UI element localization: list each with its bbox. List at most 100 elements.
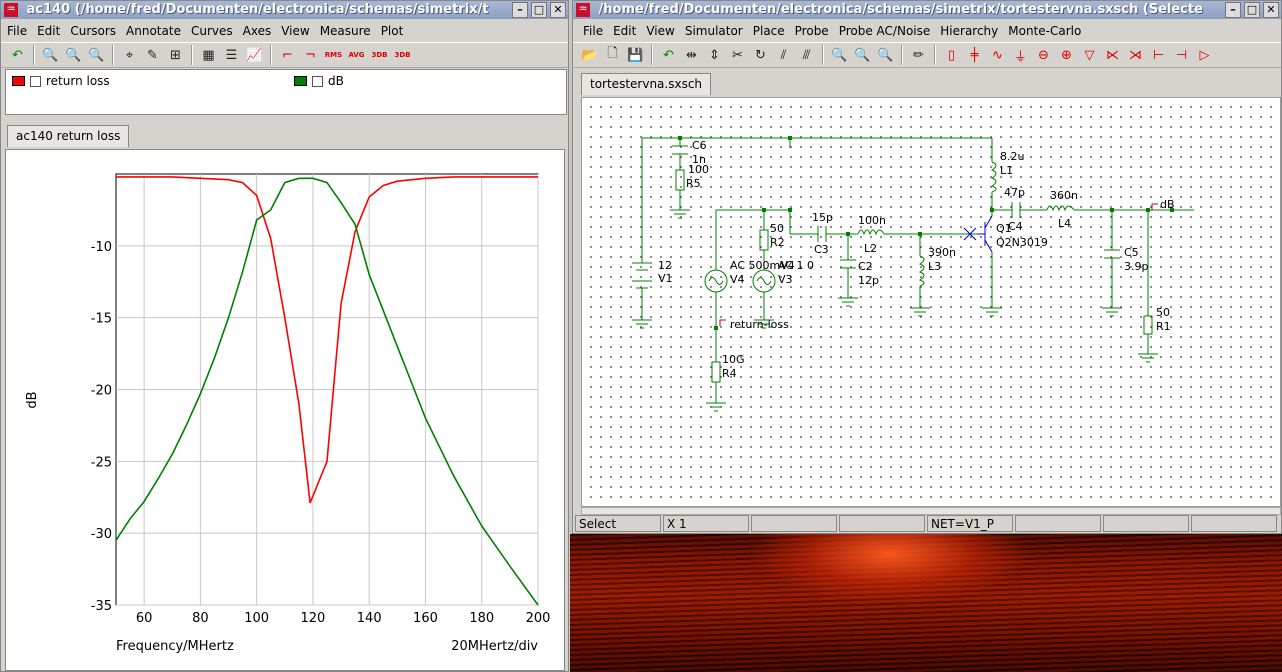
bandwidth-high-icon[interactable]: 3DB (392, 45, 413, 66)
voltage-source-icon[interactable]: ⊖ (1033, 45, 1054, 66)
zoom-in-icon[interactable]: 🔍 (40, 45, 61, 66)
menu-edit[interactable]: Edit (609, 21, 642, 41)
label-c2[interactable]: C2 (858, 260, 873, 273)
rms-icon[interactable]: RMS (323, 45, 344, 66)
close-button[interactable]: ✕ (1263, 2, 1279, 18)
menu-probe-ac-noise[interactable]: Probe AC/Noise (835, 21, 937, 41)
label-c4-value[interactable]: 47p (1004, 186, 1025, 199)
zoom-out-icon[interactable]: 🔍 (63, 45, 84, 66)
label-c5[interactable]: C5 (1124, 246, 1139, 259)
inductor-icon[interactable]: ∿ (987, 45, 1008, 66)
label-r1[interactable]: R1 (1156, 320, 1171, 333)
menu-plot[interactable]: Plot (377, 21, 410, 41)
legend-checkbox[interactable] (30, 75, 41, 87)
zoom-in-icon[interactable]: 🔍 (852, 45, 873, 66)
menu-edit[interactable]: Edit (33, 21, 66, 41)
zoom-fit-icon[interactable]: 🔍 (829, 45, 850, 66)
annotate-icon[interactable]: ✎ (142, 45, 163, 66)
open-folder-icon[interactable]: 📂 (579, 45, 600, 66)
label-r4[interactable]: R4 (722, 367, 737, 380)
menu-curves[interactable]: Curves (187, 21, 239, 41)
tab-tortestervna[interactable]: tortestervna.sxsch (581, 73, 712, 95)
label-l2-value[interactable]: 100n (858, 214, 886, 227)
label-c3[interactable]: C3 (814, 243, 829, 256)
legend-item-db[interactable]: dB (294, 74, 344, 88)
schematic-canvas[interactable]: C6 1n 100 R5 12 V1 50 R2 AC 500mV4 AC 1 … (581, 97, 1281, 507)
pmos-icon[interactable]: ⊣ (1171, 45, 1192, 66)
label-c2-value[interactable]: 12p (858, 274, 879, 287)
label-v3-spec[interactable]: AC 1 0 (778, 259, 814, 272)
label-db-probe[interactable]: dB (1160, 198, 1175, 211)
label-l1[interactable]: L1 (1000, 164, 1013, 177)
fall-time-icon[interactable]: ¬ (300, 45, 321, 66)
label-v1-value[interactable]: 12 (658, 259, 672, 272)
menu-measure[interactable]: Measure (316, 21, 377, 41)
cursor-icon[interactable]: ⌖ (119, 45, 140, 66)
menu-annotate[interactable]: Annotate (122, 21, 187, 41)
graph-window-titlebar[interactable]: ♒ ac140 (/home/fred/Documenten/electroni… (1, 1, 568, 19)
menu-simulator[interactable]: Simulator (681, 21, 749, 41)
label-r5[interactable]: R5 (686, 177, 701, 190)
menu-hierarchy[interactable]: Hierarchy (936, 21, 1004, 41)
undo-icon[interactable]: ↶ (658, 45, 679, 66)
new-file-icon[interactable]: 🗋 (602, 45, 623, 66)
menu-view[interactable]: View (642, 21, 680, 41)
diode-icon[interactable]: ▽ (1079, 45, 1100, 66)
menu-view[interactable]: View (277, 21, 315, 41)
maximize-button[interactable]: □ (1244, 2, 1260, 18)
current-source-icon[interactable]: ⊕ (1056, 45, 1077, 66)
label-v1[interactable]: V1 (658, 272, 673, 285)
label-l3-value[interactable]: 390n (928, 246, 956, 259)
label-l4[interactable]: L4 (1058, 217, 1071, 230)
mirror-icon[interactable]: ⇹ (681, 45, 702, 66)
undo-icon[interactable]: ↶ (7, 45, 28, 66)
label-l2[interactable]: L2 (864, 242, 877, 255)
cut-icon[interactable]: ✂ (727, 45, 748, 66)
avg-icon[interactable]: AVG (346, 45, 367, 66)
menu-place[interactable]: Place (749, 21, 791, 41)
label-r5-value[interactable]: 100 (688, 163, 709, 176)
label-r2[interactable]: R2 (770, 236, 785, 249)
menu-file[interactable]: File (3, 21, 33, 41)
wire-icon[interactable]: ⫽ (773, 45, 794, 66)
label-r2-value[interactable]: 50 (770, 222, 784, 235)
label-l1-value[interactable]: 8.2u (1000, 150, 1024, 163)
bus-icon[interactable]: ⫻ (796, 45, 817, 66)
ground-icon[interactable]: ⏚ (1010, 45, 1031, 66)
resistor-icon[interactable]: ▯ (941, 45, 962, 66)
zoom-out-icon[interactable]: 🔍 (875, 45, 896, 66)
legend-item-return-loss[interactable]: return loss (12, 74, 110, 88)
capacitor-icon[interactable]: ╪ (964, 45, 985, 66)
menu-axes[interactable]: Axes (239, 21, 278, 41)
legend-checkbox[interactable] (312, 75, 323, 87)
axis-icon[interactable]: ⊞ (165, 45, 186, 66)
label-c5-value[interactable]: 3.9p (1124, 260, 1148, 273)
label-l4-value[interactable]: 360n (1050, 189, 1078, 202)
zoom-fit-icon[interactable]: 🔍 (86, 45, 107, 66)
label-c6[interactable]: C6 (692, 139, 707, 152)
label-q1-model[interactable]: Q2N3019 (996, 236, 1048, 249)
horizontal-scrollbar[interactable] (581, 507, 1281, 515)
nmos-icon[interactable]: ⊢ (1148, 45, 1169, 66)
close-button[interactable]: ✕ (550, 2, 566, 18)
flip-icon[interactable]: ⇕ (704, 45, 725, 66)
label-c3-value[interactable]: 15p (812, 211, 833, 224)
label-l3[interactable]: L3 (928, 260, 941, 273)
rotate-icon[interactable]: ↻ (750, 45, 771, 66)
menu-monte-carlo[interactable]: Monte-Carlo (1004, 21, 1087, 41)
label-c4[interactable]: C4 (1008, 220, 1023, 233)
chart-icon[interactable]: 📈 (244, 45, 265, 66)
plot-area[interactable]: 60 80 100 120 140 160 180 200 -10 -15 -20 -25 -30 -35… (5, 149, 565, 671)
save-icon[interactable]: 💾 (625, 45, 646, 66)
label-v3[interactable]: V3 (778, 273, 793, 286)
pnp-icon[interactable]: ⋊ (1125, 45, 1146, 66)
rise-time-icon[interactable]: ⌐ (277, 45, 298, 66)
tab-ac140-return-loss[interactable]: ac140 return loss (7, 125, 130, 147)
menu-probe[interactable]: Probe (791, 21, 835, 41)
menu-cursors[interactable]: Cursors (66, 21, 122, 41)
bandwidth-icon[interactable]: 3DB (369, 45, 390, 66)
grid-lines-icon[interactable]: ☰ (221, 45, 242, 66)
minimize-button[interactable]: – (1225, 2, 1241, 18)
label-r1-value[interactable]: 50 (1156, 306, 1170, 319)
minimize-button[interactable]: – (512, 2, 528, 18)
